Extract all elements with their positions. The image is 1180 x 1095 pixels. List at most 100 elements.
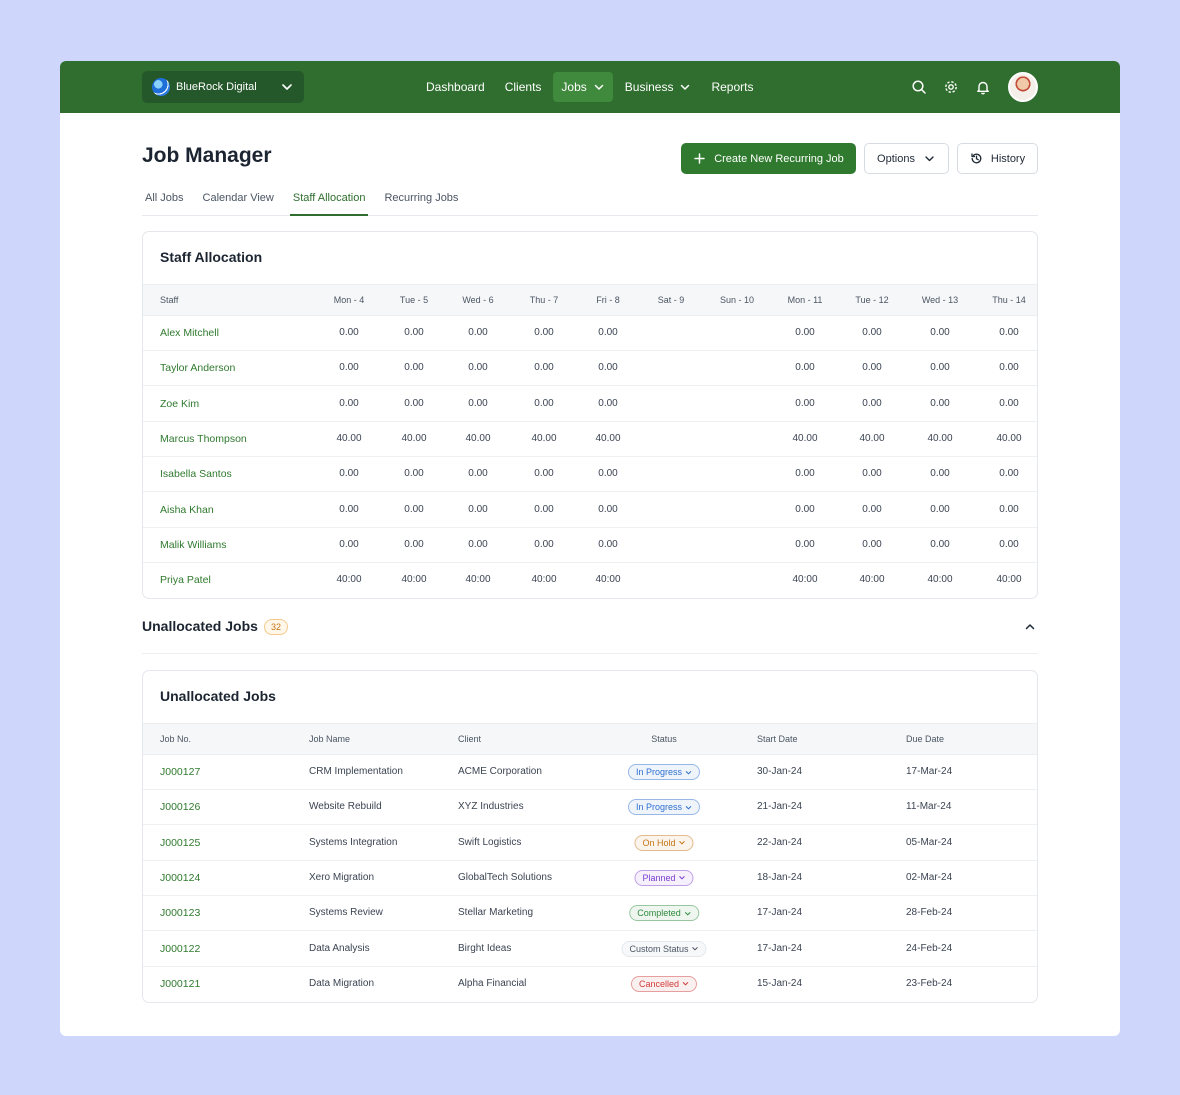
staff-name[interactable]: Marcus Thompson [160,433,247,445]
page-title: Job Manager [142,144,272,167]
nav-clients[interactable]: Clients [497,72,550,102]
nav-reports[interactable]: Reports [703,72,761,102]
staff-row[interactable]: Marcus Thompson 40.00 40.00 40.00 40.00 40.00… [143,422,1037,457]
history-button[interactable]: History [957,143,1038,174]
status-pill[interactable]: Completed [629,905,699,922]
top-navbar: BlueRock Digital Dashboard Clients Jobs … [60,61,1120,113]
start-date: 30-Jan-24 [757,766,803,777]
column-header-due-date: Due Date [906,734,945,744]
staff-name[interactable]: Isabella Santos [160,468,232,480]
status-pill[interactable]: Planned [634,869,694,886]
allocation-hours: 0.00 [468,397,488,409]
allocation-hours: 0.00 [795,503,815,515]
tab-recurring-jobs[interactable]: Recurring Jobs [381,185,461,216]
column-header-day: Sun - 10 [719,295,755,305]
table-row[interactable]: J000124 Xero Migration GlobalTech Solution… [143,861,1037,896]
job-number-link[interactable]: J000127 [160,766,200,778]
allocation-hours: 0.00 [999,468,1019,480]
staff-row[interactable]: Isabella Santos 0.00 0.00 0.00 0.00 0.00 0.00 0… [143,457,1037,493]
staff-name[interactable]: Priya Patel [160,574,211,586]
job-number-link[interactable]: J000126 [160,801,200,813]
staff-name[interactable]: Zoe Kim [160,398,199,410]
job-name: Data Migration [309,977,375,989]
job-name: Xero Migration [309,871,375,883]
table-row[interactable]: J000126 Website Rebuild XYZ Industries In P… [143,790,1037,826]
tab-calendar-view[interactable]: Calendar View [200,185,277,216]
allocation-hours: 0.00 [339,327,359,338]
staff-row[interactable]: Aisha Khan 0.00 0.00 0.00 0.00 0.00 0.00 0.00 0.… [143,493,1037,528]
chevron-down-icon [594,84,604,90]
chevron-down-icon [684,911,690,916]
start-date: 17-Jan-24 [757,907,803,919]
nav-label: Business [624,80,674,94]
staff-name[interactable]: Aisha Khan [160,504,214,516]
org-switcher[interactable]: BlueRock Digital [142,71,304,103]
allocation-hours: 0.00 [598,362,618,374]
nav-jobs[interactable]: Jobs [553,72,613,102]
table-row[interactable]: J000122 Data Analysis Birght Ideas Custom S… [143,932,1037,967]
table-row[interactable]: J000125 Systems Integration Swift Logistic… [143,826,1037,861]
nav-dashboard[interactable]: Dashboard [418,72,493,102]
chevron-up-icon[interactable] [1024,621,1036,633]
jobs-table-header: Job No. Job Name Client Status Start Date Due… [143,723,1037,755]
staff-name[interactable]: Malik Williams [160,539,227,551]
column-header-day: Wed - 13 [921,295,959,305]
client-name: ACME Corporation [458,766,542,777]
search-button[interactable] [910,78,928,96]
due-date: 24-Feb-24 [906,942,953,954]
tab-staff-allocation[interactable]: Staff Allocation [289,185,369,216]
notifications-button[interactable] [974,78,992,96]
allocation-hours: 0.00 [468,468,488,480]
allocation-hours: 40:00 [996,574,1022,586]
staff-row[interactable]: Taylor Anderson 0.00 0.00 0.00 0.00 0.00 0.00 0… [143,351,1037,387]
allocation-hours: 40.00 [792,432,818,444]
create-recurring-job-button[interactable]: Create New Recurring Job [681,143,856,174]
gear-icon [945,81,957,93]
status-pill[interactable]: In Progress [627,799,701,816]
staff-row[interactable]: Zoe Kim 0.00 0.00 0.00 0.00 0.00 0.00 0.00 0.00 0… [143,387,1037,422]
job-number-link[interactable]: J000122 [160,943,200,955]
tab-all-jobs[interactable]: All Jobs [142,185,187,216]
start-date: 18-Jan-24 [757,871,803,883]
options-button[interactable]: Options [864,143,949,174]
due-date: 05-Mar-24 [906,836,953,848]
allocation-hours: 0.00 [404,362,424,374]
allocation-hours: 40:00 [465,574,491,586]
chevron-down-icon [685,805,692,810]
settings-button[interactable] [942,78,960,96]
user-avatar[interactable] [1008,72,1038,102]
job-number-link[interactable]: J000125 [160,837,200,849]
status-pill[interactable]: Cancelled [630,975,698,992]
staff-name[interactable]: Alex Mitchell [160,327,219,339]
status-pill[interactable]: Custom Status [621,940,707,957]
table-row[interactable]: J000127 CRM Implementation ACME Corporatio… [143,755,1037,790]
allocation-hours: 0.00 [795,538,815,550]
staff-row[interactable]: Priya Patel 40:00 40:00 40:00 40:00 40:00 40:0… [143,563,1037,598]
nav-business[interactable]: Business [617,72,700,102]
allocation-hours: 0.00 [598,503,618,515]
status-pill[interactable]: In Progress [627,764,701,780]
staff-table-header: Staff Mon - 4 Tue - 5 Wed - 6 Thu - 7 Fri - 8… [143,284,1037,316]
section-divider [142,653,1038,654]
client-name: Swift Logistics [458,836,522,848]
staff-name[interactable]: Taylor Anderson [160,362,235,374]
allocation-hours: 0.00 [999,362,1019,374]
table-row[interactable]: J000121 Data Migration Alpha Financial Canc… [143,967,1037,1002]
job-number-link[interactable]: J000124 [160,872,200,884]
status-label: In Progress [635,802,683,813]
job-number-link[interactable]: J000123 [160,907,200,919]
table-row[interactable]: J000123 Systems Review Stellar Marketing Co… [143,896,1037,932]
status-pill[interactable]: On Hold [634,834,694,851]
client-name: Alpha Financial [458,977,527,989]
staff-row[interactable]: Malik Williams 0.00 0.00 0.00 0.00 0.00 0.00 0.… [143,528,1037,563]
allocation-hours: 0.00 [862,538,882,550]
job-number-link[interactable]: J000121 [160,978,200,990]
allocation-hours: 0.00 [930,327,950,338]
unallocated-count-badge: 32 [264,619,288,635]
allocation-hours: 0.00 [862,327,882,338]
allocation-hours: 0.00 [598,468,618,480]
status-label: Cancelled [638,978,680,989]
header-tools [910,72,1038,102]
status-label: Custom Status [629,943,689,954]
staff-row[interactable]: Alex Mitchell 0.00 0.00 0.00 0.00 0.00 0.00 0.0… [143,316,1037,351]
